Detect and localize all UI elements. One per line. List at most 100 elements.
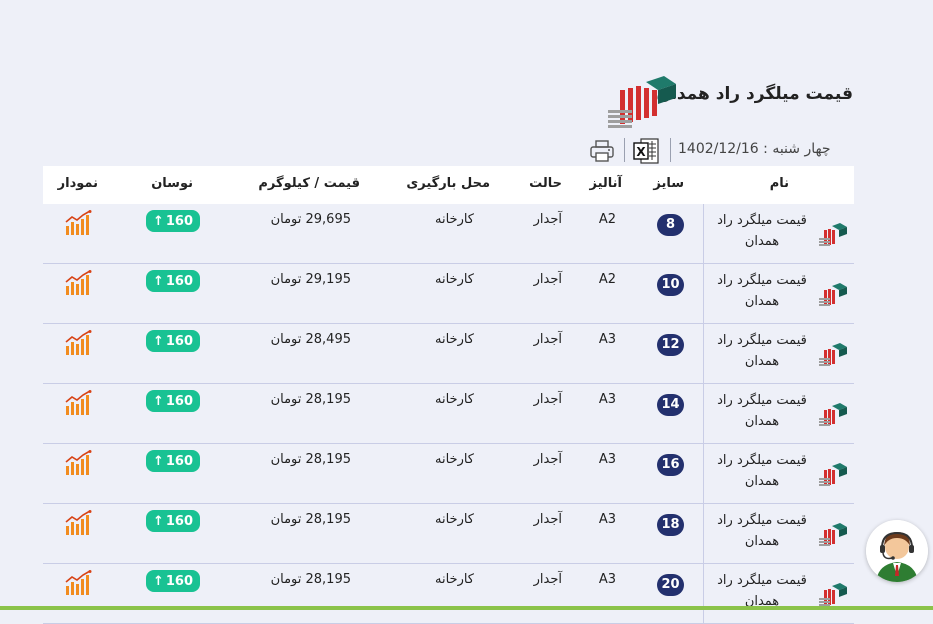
print-icon[interactable] [590, 140, 614, 162]
col-header-chart: نمودار [57, 176, 98, 191]
price-cell: 28,195 تومان [270, 572, 351, 587]
location-cell: کارخانه [434, 572, 474, 587]
change-value: 160 [165, 213, 194, 229]
bar-chart-icon[interactable] [64, 270, 92, 296]
price-cell: 28,195 تومان [270, 452, 351, 467]
state-cell: آجدار [533, 332, 562, 347]
table-row[interactable]: قیمت میلگرد راد همدان 10 A2 آجدار کارخان… [43, 264, 854, 324]
bar-chart-icon[interactable] [64, 330, 92, 356]
rebar-product-icon [819, 223, 847, 246]
state-cell: آجدار [533, 392, 562, 407]
product-name[interactable]: قیمت میلگرد راد همدان [712, 390, 812, 432]
bar-chart-icon[interactable] [64, 450, 92, 476]
price-cell: 28,195 تومان [270, 392, 351, 407]
change-badge: ↑ 160 [146, 570, 200, 592]
name-cell: قیمت میلگرد راد همدان [703, 504, 854, 563]
size-badge: 20 [657, 574, 684, 596]
price-cell: 29,195 تومان [270, 272, 351, 287]
state-cell: آجدار [533, 272, 562, 287]
rebar-product-icon [819, 523, 847, 546]
location-cell: کارخانه [434, 212, 474, 227]
arrow-up-icon: ↑ [152, 513, 164, 529]
product-name[interactable]: قیمت میلگرد راد همدان [712, 270, 812, 312]
product-name[interactable]: قیمت میلگرد راد همدان [712, 330, 812, 372]
excel-icon[interactable]: X [633, 138, 659, 164]
rebar-product-icon [819, 583, 847, 606]
arrow-up-icon: ↑ [152, 273, 164, 289]
name-cell: قیمت میلگرد راد همدان [703, 564, 854, 623]
arrow-up-icon: ↑ [152, 573, 164, 589]
rebar-product-icon [819, 283, 847, 306]
name-cell: قیمت میلگرد راد همدان [703, 384, 854, 443]
bottom-border [0, 606, 933, 610]
product-name[interactable]: قیمت میلگرد راد همدان [712, 210, 812, 252]
location-cell: کارخانه [434, 272, 474, 287]
analysis-cell: A3 [598, 392, 616, 407]
change-badge: ↑ 160 [146, 210, 200, 232]
arrow-up-icon: ↑ [152, 333, 164, 349]
price-cell: 28,195 تومان [270, 512, 351, 527]
col-header-change: نوسان [151, 176, 193, 191]
table-row[interactable]: قیمت میلگرد راد همدان 16 A3 آجدار کارخان… [43, 444, 854, 504]
bar-chart-icon[interactable] [64, 210, 92, 236]
rebar-product-icon [819, 403, 847, 426]
name-cell: قیمت میلگرد راد همدان [703, 444, 854, 503]
change-value: 160 [165, 513, 194, 529]
table-row[interactable]: قیمت میلگرد راد همدان 18 A3 آجدار کارخان… [43, 504, 854, 564]
name-cell: قیمت میلگرد راد همدان [703, 264, 854, 323]
location-cell: کارخانه [434, 332, 474, 347]
product-name[interactable]: قیمت میلگرد راد همدان [712, 510, 812, 552]
col-header-analysis: آنالیز [589, 176, 623, 191]
col-header-price: قیمت / کیلوگرم [258, 176, 360, 191]
size-badge: 8 [657, 214, 684, 236]
analysis-cell: A3 [598, 572, 616, 587]
size-badge: 14 [657, 394, 684, 416]
bar-chart-icon[interactable] [64, 390, 92, 416]
name-cell: قیمت میلگرد راد همدان [703, 204, 854, 263]
change-value: 160 [165, 453, 194, 469]
change-value: 160 [165, 333, 194, 349]
size-badge: 10 [657, 274, 684, 296]
page-header: قیمت میلگرد راد همدان چهار شنبه : 1402/1… [0, 0, 933, 170]
rebar-product-icon [819, 463, 847, 486]
arrow-up-icon: ↑ [152, 453, 164, 469]
price-cell: 28,495 تومان [270, 332, 351, 347]
current-date: چهار شنبه : 1402/12/16 [678, 141, 831, 157]
analysis-cell: A3 [598, 452, 616, 467]
analysis-cell: A3 [598, 512, 616, 527]
price-table: نام سایز آنالیز حالت محل بارگیری قیمت / … [43, 166, 854, 624]
size-badge: 18 [657, 514, 684, 536]
table-row[interactable]: قیمت میلگرد راد همدان 14 A3 آجدار کارخان… [43, 384, 854, 444]
change-value: 160 [165, 273, 194, 289]
col-header-size: سایز [653, 176, 684, 191]
analysis-cell: A3 [598, 332, 616, 347]
table-row[interactable]: قیمت میلگرد راد همدان 20 A3 آجدار کارخان… [43, 564, 854, 624]
state-cell: آجدار [533, 512, 562, 527]
location-cell: کارخانه [434, 392, 474, 407]
change-badge: ↑ 160 [146, 510, 200, 532]
table-row[interactable]: قیمت میلگرد راد همدان 8 A2 آجدار کارخانه… [43, 204, 854, 264]
size-badge: 16 [657, 454, 684, 476]
change-value: 160 [165, 573, 194, 589]
change-badge: ↑ 160 [146, 330, 200, 352]
svg-text:X: X [636, 145, 646, 159]
location-cell: کارخانه [434, 512, 474, 527]
product-name[interactable]: قیمت میلگرد راد همدان [712, 450, 812, 492]
divider [624, 138, 625, 162]
state-cell: آجدار [533, 572, 562, 587]
bar-chart-icon[interactable] [64, 570, 92, 596]
size-badge: 12 [657, 334, 684, 356]
state-cell: آجدار [533, 452, 562, 467]
location-cell: کارخانه [434, 452, 474, 467]
col-header-name: نام [769, 176, 789, 191]
table-header: نام سایز آنالیز حالت محل بارگیری قیمت / … [43, 166, 854, 204]
support-agent-icon[interactable] [866, 520, 928, 582]
arrow-up-icon: ↑ [152, 213, 164, 229]
rebar-logo-icon [608, 76, 676, 128]
table-row[interactable]: قیمت میلگرد راد همدان 12 A3 آجدار کارخان… [43, 324, 854, 384]
analysis-cell: A2 [598, 272, 616, 287]
change-badge: ↑ 160 [146, 450, 200, 472]
analysis-cell: A2 [598, 212, 616, 227]
price-cell: 29,695 تومان [270, 212, 351, 227]
bar-chart-icon[interactable] [64, 510, 92, 536]
